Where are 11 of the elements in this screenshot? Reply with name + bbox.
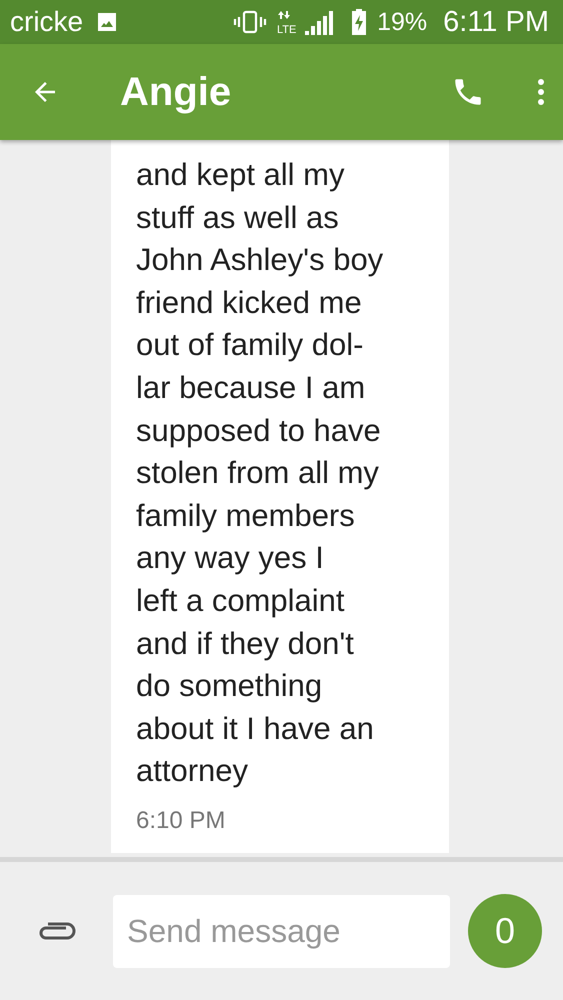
carrier-name: cricke: [10, 6, 84, 38]
send-button[interactable]: 0: [468, 894, 542, 968]
vibrate-icon: [233, 10, 268, 34]
message-time: 6:10 PM: [136, 806, 226, 835]
message-input[interactable]: Send message: [113, 894, 450, 968]
more-options-icon[interactable]: [537, 78, 545, 106]
clock: 6:11 PM: [443, 6, 549, 38]
message-text: and kept all my stuff as well as John Ashley's boy friend kicked me out of family dol- lar because I am supposed to have stolen from all my family members any way yes I left a complaint and if they don't do something about it I have an attorney: [136, 156, 384, 790]
contact-name: Angie: [120, 70, 232, 114]
battery-level: 19%: [377, 8, 428, 36]
battery-charging-icon: [351, 9, 368, 35]
